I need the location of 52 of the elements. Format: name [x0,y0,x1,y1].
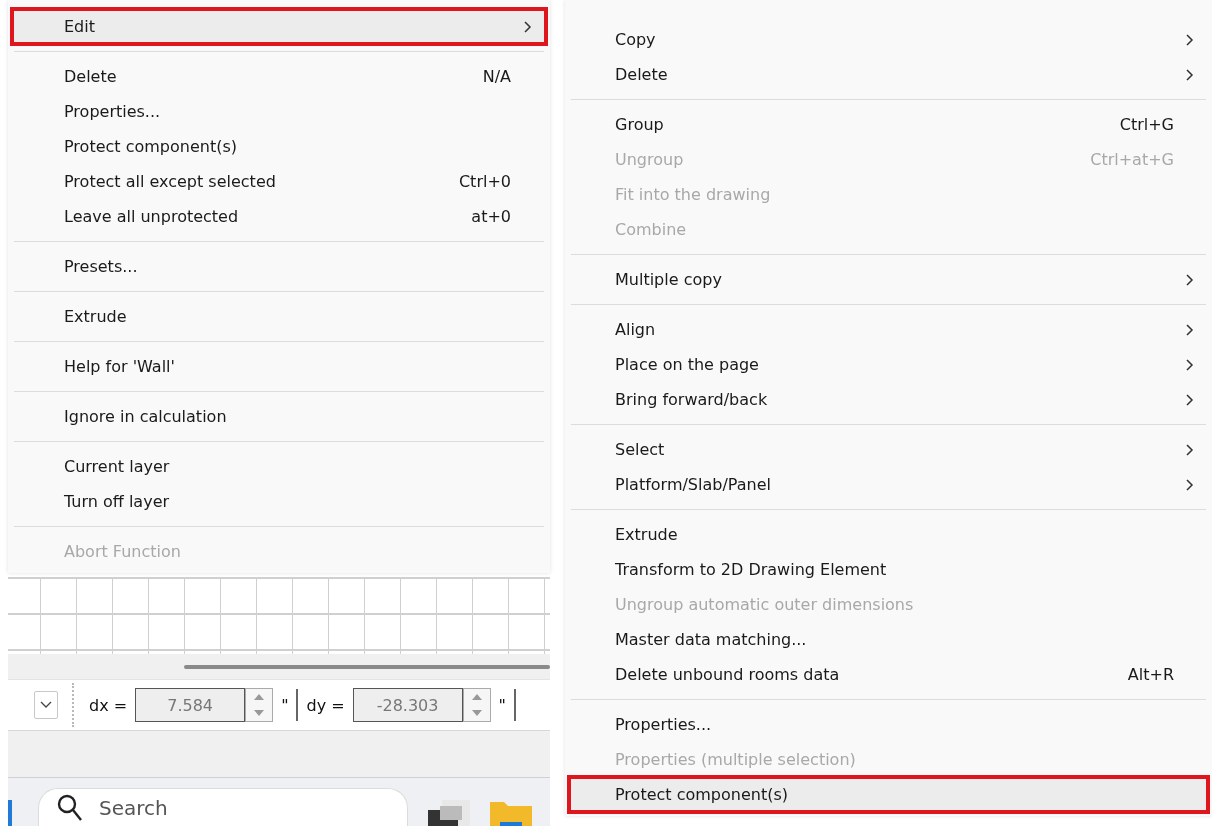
unit-label: " [498,695,506,715]
menu-item[interactable]: Platform/Slab/Panel [569,467,1208,502]
menu-item[interactable]: Delete N/A [12,59,546,94]
spinner-buttons[interactable] [245,688,274,722]
search-input[interactable]: Search [97,794,351,821]
menu-item[interactable]: Extrude [12,299,546,334]
menu-item[interactable]: Properties... [12,94,546,129]
menu-item[interactable]: Help for 'Wall' [12,349,546,384]
dy-field[interactable]: -28.303 [352,688,463,722]
menu-item[interactable]: Delete [569,57,1208,92]
menu-item[interactable]: Delete unbound rooms data Alt+R [569,657,1208,692]
menu-item[interactable]: Current layer [12,449,546,484]
menu-item[interactable]: Protect component(s) [12,129,546,164]
chevron-right-icon [1185,478,1194,492]
menu-item[interactable]: Protect component(s) [569,777,1208,812]
app-icon[interactable] [428,800,470,826]
menu-item[interactable]: Select [569,432,1208,467]
scrollbar-thumb[interactable] [184,664,550,669]
chevron-down-icon [40,701,52,709]
search-field[interactable]: Search [38,788,408,826]
menu-item[interactable]: Place on the page [569,347,1208,382]
dx-label: dx = [89,695,128,715]
start-icon[interactable] [8,800,12,826]
menu-item[interactable]: Align [569,312,1208,347]
menu-item[interactable]: Ignore in calculation [12,399,546,434]
unit-label: " [281,695,289,715]
menu-item[interactable]: Group Ctrl+G [569,107,1208,142]
menu-item[interactable]: Multiple copy [569,262,1208,297]
chevron-right-icon [1185,273,1194,287]
menu-item[interactable]: Extrude [569,517,1208,552]
chevron-right-icon [1185,393,1194,407]
chevron-right-icon [523,20,532,34]
chevron-right-icon [1185,68,1194,82]
spinner-buttons[interactable] [462,688,491,722]
menu-item[interactable]: Copy [569,22,1208,57]
menu-item[interactable]: Master data matching... [569,622,1208,657]
dx-field[interactable]: 7.584 [135,688,246,722]
menu-item[interactable]: Bring forward/back [569,382,1208,417]
chevron-right-icon [1185,443,1194,457]
chevron-right-icon [1185,358,1194,372]
menu-item[interactable]: Properties... [569,707,1208,742]
dy-label: dy = [306,695,345,715]
menu-item[interactable]: Protect all except selected Ctrl+0 [12,164,546,199]
chevron-right-icon [1185,33,1194,47]
search-icon [57,793,83,822]
menu-item[interactable]: Transform to 2D Drawing Element [569,552,1208,587]
menu-item[interactable]: Leave all unprotected at+0 [12,199,546,234]
menu-item[interactable]: Presets... [12,249,546,284]
chevron-right-icon [1185,323,1194,337]
menu-item[interactable]: Turn off layer [12,484,546,519]
menu-item[interactable]: Edit [12,9,546,44]
dropdown-button[interactable] [34,691,58,719]
